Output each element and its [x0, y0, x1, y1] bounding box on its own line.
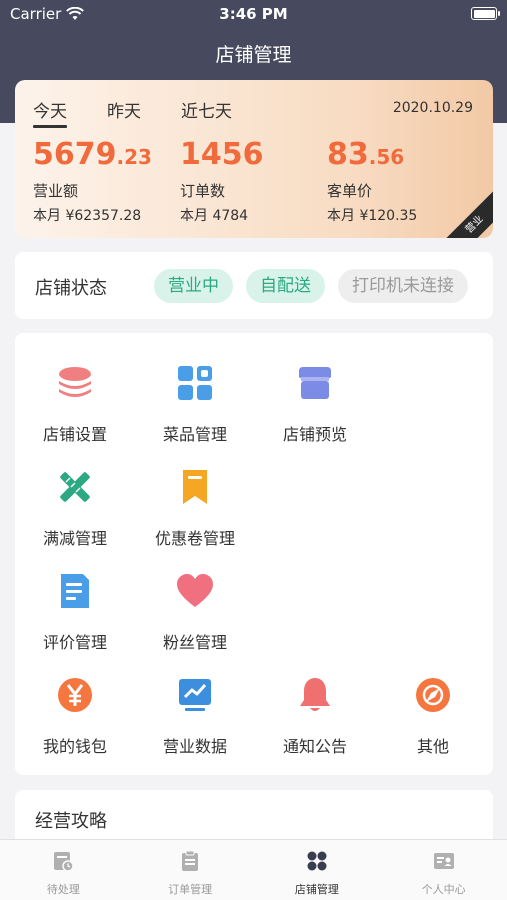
shop-icon — [299, 367, 331, 399]
revenue-month: 本月 ¥62357.28 — [33, 208, 142, 224]
store-status-card: 店铺状态 营业中 自配送 打印机未连接 — [15, 252, 493, 319]
revenue-stat: 5679.23 营业额 本月 ¥62357.28 — [33, 140, 183, 225]
menu-label: 店铺设置 — [42, 425, 107, 444]
revenue-decimal: .23 — [116, 145, 152, 169]
orders-icon — [182, 850, 199, 871]
orders-value: 1456 — [180, 137, 264, 172]
menu-dish-management[interactable]: 菜品管理 — [135, 363, 255, 445]
menu-label: 优惠卷管理 — [154, 529, 235, 548]
layers-icon — [59, 367, 91, 397]
clock: 3:46 PM — [219, 5, 288, 23]
revenue-value: 5679 — [33, 137, 117, 172]
revenue-label: 营业额 — [33, 182, 79, 200]
yen-icon — [58, 678, 92, 712]
menu-other[interactable]: 其他 — [373, 675, 493, 757]
tab-label: 店铺管理 — [294, 883, 339, 896]
status-bar: Carrier 3:46 PM — [0, 0, 507, 28]
menu-review-management[interactable]: 评价管理 — [15, 571, 135, 653]
menu-label: 满减管理 — [42, 529, 107, 548]
avg-order-decimal: .56 — [368, 145, 405, 169]
function-menu: 店铺设置 菜品管理 店铺预览 满减管理 优惠卷管理 评价管理 粉丝管理 我的钱包… — [15, 333, 493, 775]
avg-order-label: 客单价 — [327, 182, 373, 200]
heart-icon — [177, 574, 213, 607]
menu-label: 粉丝管理 — [162, 633, 227, 652]
menu-business-data[interactable]: 营业数据 — [135, 675, 255, 757]
menu-notifications[interactable]: 通知公告 — [255, 675, 375, 757]
tab-orders[interactable]: 订单管理 — [127, 840, 254, 900]
document-icon — [61, 574, 89, 608]
store-status-title: 店铺状态 — [35, 278, 107, 299]
menu-label: 店铺预览 — [282, 425, 347, 444]
pending-icon — [54, 852, 75, 872]
compass-icon — [416, 678, 450, 712]
open-status-badge[interactable]: 营业中 — [154, 269, 233, 303]
page-title: 店铺管理 — [215, 44, 292, 66]
tab-last-seven-days[interactable]: 近七天 — [181, 97, 232, 128]
ruler-pencil-icon — [60, 472, 90, 502]
menu-my-wallet[interactable]: 我的钱包 — [15, 675, 135, 757]
grid-icon — [178, 366, 212, 400]
tab-label: 待处理 — [46, 883, 80, 896]
profile-icon — [433, 853, 454, 869]
bookmark-icon — [183, 470, 207, 504]
tab-today[interactable]: 今天 — [33, 97, 67, 128]
stats-card: 今天 昨天 近七天 2020.10.29 5679.23 营业额 本月 ¥623… — [15, 80, 493, 238]
menu-label: 其他 — [416, 737, 449, 756]
delivery-badge[interactable]: 自配送 — [246, 269, 325, 303]
tab-label: 订单管理 — [168, 883, 213, 896]
menu-store-preview[interactable]: 店铺预览 — [255, 363, 375, 445]
business-guide-title: 经营攻略 — [35, 811, 107, 832]
stats-date: 2020.10.29 — [392, 100, 473, 116]
menu-coupon-management[interactable]: 优惠卷管理 — [135, 467, 255, 549]
tab-yesterday[interactable]: 昨天 — [107, 97, 141, 128]
battery-icon — [471, 7, 500, 20]
printer-status-badge[interactable]: 打印机未连接 — [338, 269, 468, 303]
orders-label: 订单数 — [180, 182, 226, 200]
tab-store[interactable]: 店铺管理 — [254, 840, 381, 900]
period-tabs: 今天 昨天 近七天 — [33, 97, 232, 128]
menu-label: 评价管理 — [42, 633, 107, 652]
avg-order-month: 本月 ¥120.35 — [327, 208, 418, 224]
chart-icon — [179, 679, 211, 711]
menu-label: 营业数据 — [162, 737, 227, 756]
menu-label: 菜品管理 — [162, 425, 227, 444]
orders-stat: 1456 订单数 本月 4784 — [180, 140, 330, 225]
store-icon — [307, 851, 327, 871]
menu-label: 通知公告 — [282, 737, 347, 756]
bottom-tab-bar: 待处理 订单管理 店铺管理 个人中心 — [0, 839, 507, 900]
avg-order-value: 83 — [327, 137, 369, 172]
tab-profile[interactable]: 个人中心 — [380, 840, 507, 900]
avg-order-stat: 83.56 客单价 本月 ¥120.35 — [327, 140, 477, 225]
tab-label: 个人中心 — [421, 883, 466, 896]
orders-month: 本月 4784 — [180, 208, 249, 224]
bell-icon — [300, 678, 330, 711]
menu-discount-management[interactable]: 满减管理 — [15, 467, 135, 549]
menu-fan-management[interactable]: 粉丝管理 — [135, 571, 255, 653]
tab-pending[interactable]: 待处理 — [0, 840, 127, 900]
menu-store-settings[interactable]: 店铺设置 — [15, 363, 135, 445]
menu-label: 我的钱包 — [42, 737, 107, 756]
